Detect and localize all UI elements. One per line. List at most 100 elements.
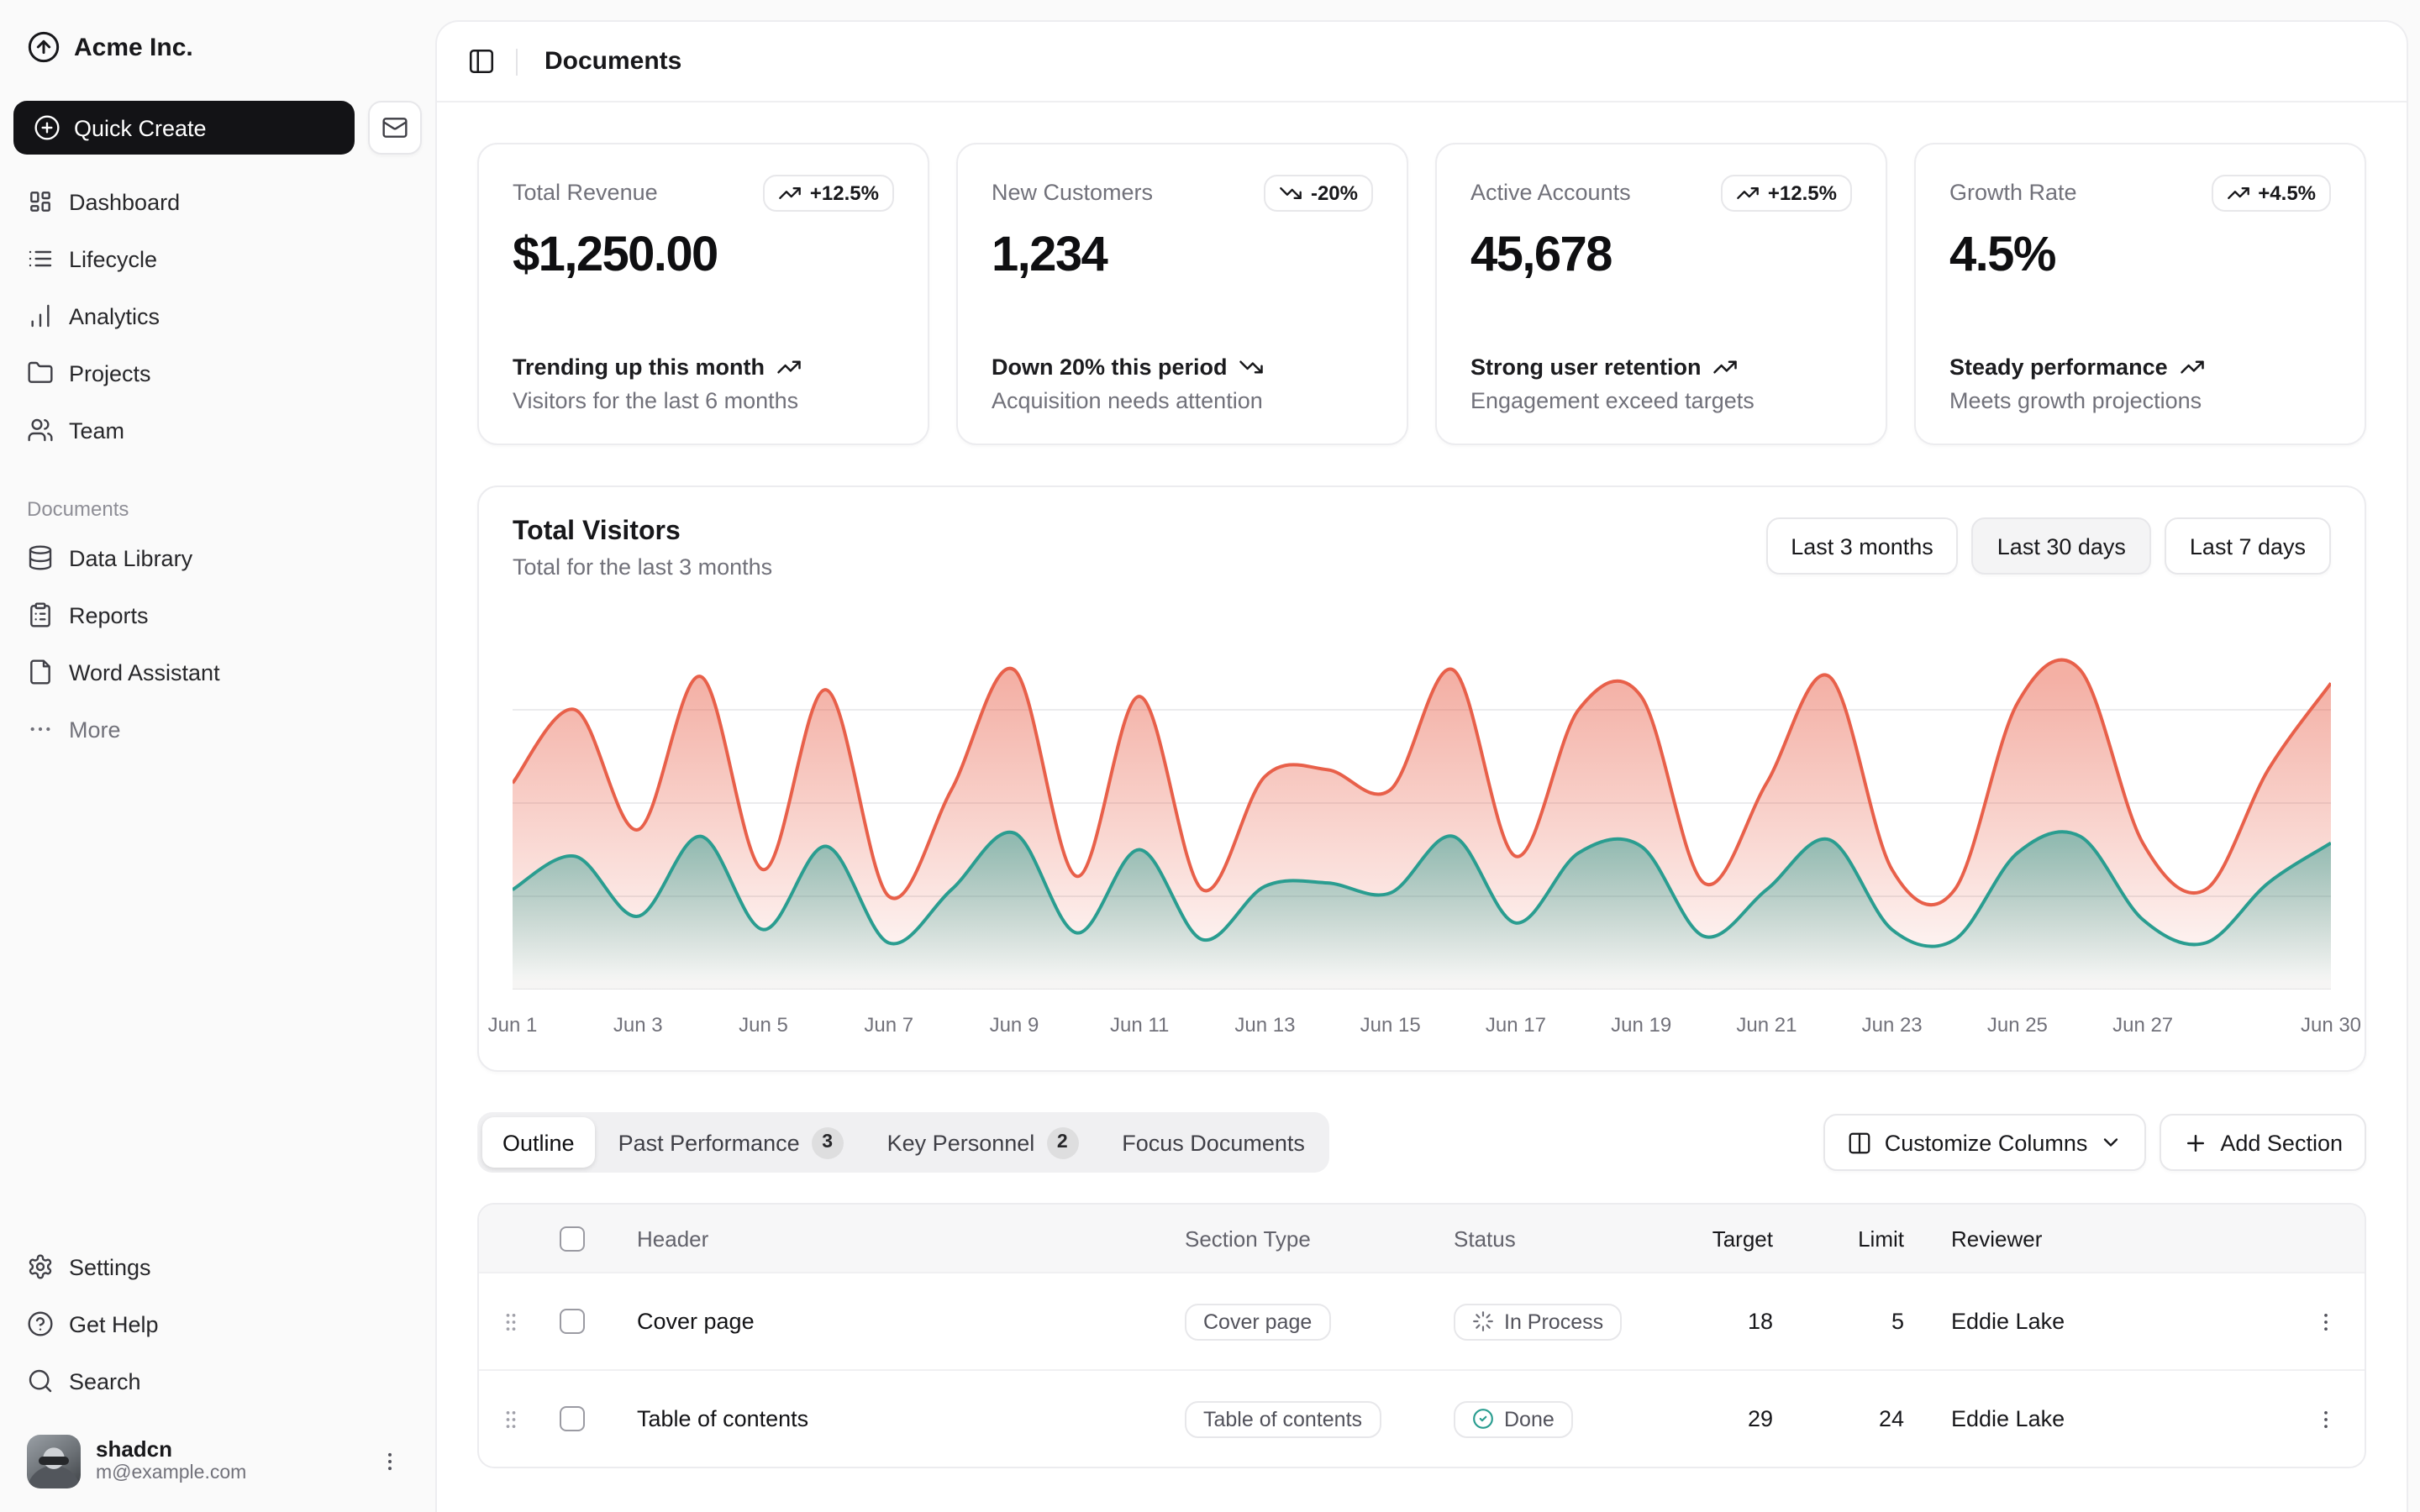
table-header-row: Header Section Type Status Target Limit … <box>479 1205 2365 1272</box>
chart-x-axis: Jun 1Jun 3Jun 5Jun 7Jun 9Jun 11Jun 13Jun… <box>513 1003 2331 1047</box>
stat-value: 4.5% <box>1949 228 2331 284</box>
sidebar: Acme Inc. Quick Create Dashboard <box>0 0 435 1512</box>
range-last-3-months[interactable]: Last 3 months <box>1765 517 1959 575</box>
trending-up-icon <box>2226 181 2249 205</box>
tab-count-badge: 2 <box>1046 1126 1078 1158</box>
chevron-down-icon <box>2099 1131 2123 1154</box>
tab-key-personnel[interactable]: Key Personnel 2 <box>867 1117 1099 1168</box>
x-tick-label: Jun 9 <box>990 1013 1039 1037</box>
status-badge: Done <box>1454 1400 1573 1437</box>
stat-card-new-customers: New Customers -20% 1,234 Down 20% this p… <box>956 143 1408 445</box>
add-section-button[interactable]: Add Section <box>2160 1114 2366 1171</box>
sidebar-footer: Settings Get Help Search shadcn m@exampl… <box>13 1240 422 1488</box>
row-checkbox[interactable] <box>560 1309 585 1334</box>
inbox-button[interactable] <box>368 101 422 155</box>
circle-check-icon <box>1472 1408 1494 1430</box>
sidebar-item-projects[interactable]: Projects <box>13 346 422 400</box>
table-row[interactable]: Cover page Cover page In Process 18 5 Ed… <box>479 1272 2365 1369</box>
page-title: Documents <box>544 47 681 76</box>
x-tick-label: Jun 23 <box>1862 1013 1923 1037</box>
tab-past-performance[interactable]: Past Performance 3 <box>598 1117 864 1168</box>
org-switcher[interactable]: Acme Inc. <box>13 17 422 77</box>
sidebar-item-lifecycle[interactable]: Lifecycle <box>13 232 422 286</box>
x-tick-label: Jun 3 <box>613 1013 663 1037</box>
tab-outline[interactable]: Outline <box>482 1117 595 1168</box>
documents-section-label: Documents <box>13 497 422 521</box>
sidebar-item-word-assistant[interactable]: Word Assistant <box>13 645 422 699</box>
loader-icon <box>1472 1310 1494 1332</box>
x-tick-label: Jun 1 <box>488 1013 538 1037</box>
trending-down-icon <box>1279 181 1302 205</box>
select-all-checkbox[interactable] <box>560 1226 585 1251</box>
row-menu-kebab-icon[interactable] <box>2291 1407 2361 1431</box>
columns-icon <box>1848 1130 1873 1155</box>
users-icon <box>27 417 54 444</box>
trending-up-icon <box>2180 354 2205 380</box>
drag-handle-icon[interactable] <box>499 1407 560 1431</box>
visitors-chart-card: Total Visitors Total for the last 3 mont… <box>477 486 2366 1072</box>
sidebar-item-reports[interactable]: Reports <box>13 588 422 642</box>
dashboard-grid-icon <box>27 188 54 215</box>
tab-count-badge: 3 <box>812 1126 844 1158</box>
x-tick-label: Jun 5 <box>739 1013 788 1037</box>
sidebar-item-data-library[interactable]: Data Library <box>13 531 422 585</box>
topbar-separator <box>516 48 518 75</box>
drag-handle-icon[interactable] <box>499 1310 560 1333</box>
mail-icon <box>381 114 408 141</box>
reviewer[interactable]: Eddie Lake <box>1904 1309 2291 1334</box>
row-menu-kebab-icon[interactable] <box>2291 1310 2361 1333</box>
sidebar-item-search[interactable]: Search <box>13 1354 422 1408</box>
tab-focus-documents[interactable]: Focus Documents <box>1102 1117 1325 1168</box>
limit-value[interactable]: 24 <box>1773 1406 1904 1431</box>
sidebar-nav: Dashboard Lifecycle Analytics Projects T… <box>13 175 422 457</box>
row-header[interactable]: Table of contents <box>627 1406 1185 1431</box>
search-icon <box>27 1368 54 1394</box>
main-scroll: Total Revenue +12.5% $1,250.00 Trending … <box>437 102 2407 1512</box>
trending-up-icon <box>776 354 802 380</box>
x-tick-label: Jun 17 <box>1486 1013 1546 1037</box>
sections-table: Header Section Type Status Target Limit … <box>477 1203 2366 1468</box>
quick-create-button[interactable]: Quick Create <box>13 101 355 155</box>
trending-up-icon <box>1713 354 1739 380</box>
table-row[interactable]: Table of contents Table of contents Done… <box>479 1369 2365 1467</box>
user-name: shadcn <box>96 1438 356 1463</box>
x-tick-label: Jun 21 <box>1736 1013 1797 1037</box>
plus-icon <box>2183 1130 2208 1155</box>
range-toggle-group: Last 3 months Last 30 days Last 7 days <box>1765 517 2331 575</box>
sidebar-item-settings[interactable]: Settings <box>13 1240 422 1294</box>
trend-badge: +12.5% <box>763 175 894 212</box>
sidebar-item-get-help[interactable]: Get Help <box>13 1297 422 1351</box>
x-tick-label: Jun 7 <box>864 1013 913 1037</box>
stat-value: $1,250.00 <box>513 228 894 284</box>
customize-columns-button[interactable]: Customize Columns <box>1824 1114 2147 1171</box>
file-icon <box>27 659 54 685</box>
stat-value: 45,678 <box>1470 228 1852 284</box>
arrow-up-circle-icon <box>27 30 60 64</box>
sidebar-item-analytics[interactable]: Analytics <box>13 289 422 343</box>
sidebar-toggle-icon[interactable] <box>467 47 496 76</box>
sidebar-item-more[interactable]: More <box>13 702 422 756</box>
brand-name: Acme Inc. <box>74 33 193 61</box>
row-checkbox[interactable] <box>560 1406 585 1431</box>
main-panel: Documents Total Revenue +12.5% $1,250.00… <box>435 20 2408 1512</box>
user-email: m@example.com <box>96 1463 356 1485</box>
target-value[interactable]: 18 <box>1655 1309 1773 1334</box>
user-menu-kebab-icon[interactable] <box>371 1443 408 1480</box>
sidebar-item-team[interactable]: Team <box>13 403 422 457</box>
row-header[interactable]: Cover page <box>627 1309 1185 1334</box>
target-value[interactable]: 29 <box>1655 1406 1773 1431</box>
range-last-30-days[interactable]: Last 30 days <box>1972 517 2151 575</box>
folder-icon <box>27 360 54 386</box>
help-circle-icon <box>27 1310 54 1337</box>
sidebar-item-dashboard[interactable]: Dashboard <box>13 175 422 228</box>
list-icon <box>27 245 54 272</box>
stat-cards: Total Revenue +12.5% $1,250.00 Trending … <box>437 102 2407 445</box>
range-last-7-days[interactable]: Last 7 days <box>2165 517 2331 575</box>
reviewer[interactable]: Eddie Lake <box>1904 1406 2291 1431</box>
limit-value[interactable]: 5 <box>1773 1309 1904 1334</box>
plus-circle-icon <box>34 114 60 141</box>
user-menu[interactable]: shadcn m@example.com <box>13 1425 422 1488</box>
stat-value: 1,234 <box>992 228 1373 284</box>
x-tick-label: Jun 30 <box>2301 1013 2361 1037</box>
app: Acme Inc. Quick Create Dashboard <box>0 0 2420 1512</box>
